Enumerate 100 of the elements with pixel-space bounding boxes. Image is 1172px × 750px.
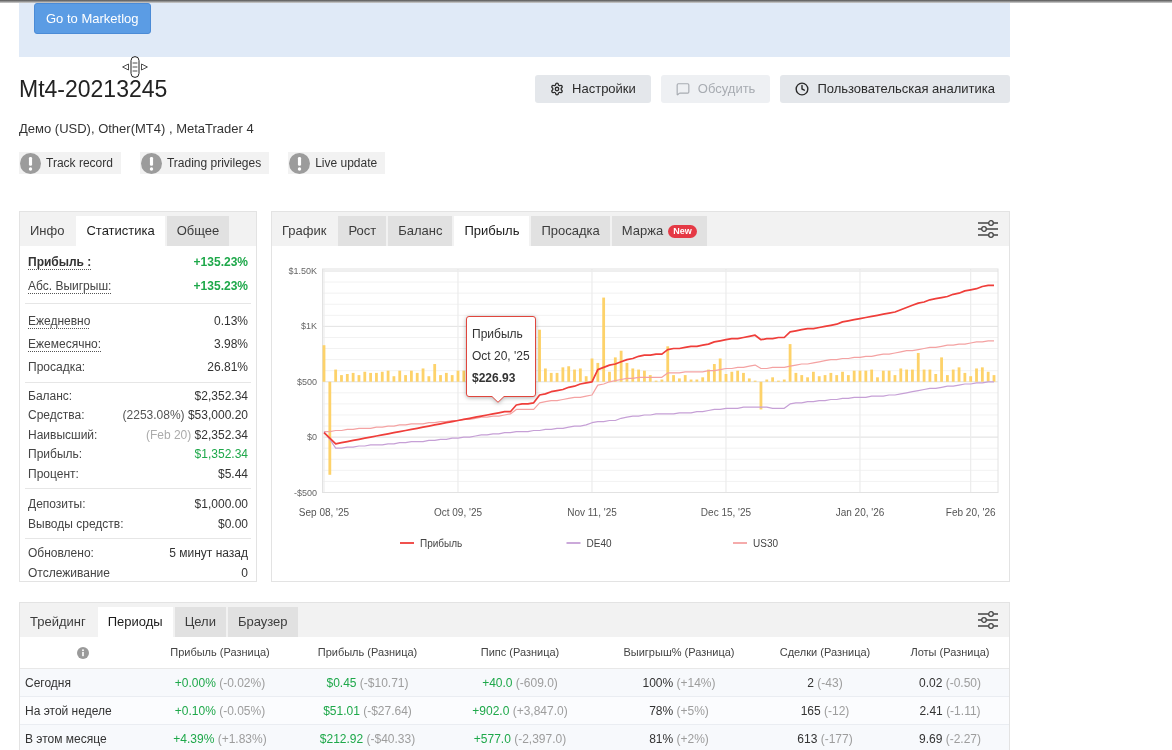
chart-bar xyxy=(951,369,955,382)
table-cell-text: $51.01 (-$27.64) xyxy=(323,702,412,720)
chart-bar xyxy=(427,376,431,382)
chart-bar xyxy=(369,372,372,382)
legend-label[interactable]: DE40 xyxy=(586,537,612,549)
chart-bar xyxy=(695,379,699,382)
table-cell-text: 81% (+2%) xyxy=(649,730,709,748)
chart-bar xyxy=(829,372,833,382)
account-subtitle: Демо (USD), Other(MT4) , MetaTrader 4 xyxy=(19,121,255,137)
stat-value: $5.44 xyxy=(217,465,248,483)
warning-icon xyxy=(140,152,162,174)
stat-value: (Feb 20) $2,352.34 xyxy=(145,426,248,444)
chart-bar xyxy=(928,369,932,382)
chart-bar xyxy=(596,362,600,382)
sliders-icon[interactable] xyxy=(978,220,998,238)
column-header: Лоты (Разница) xyxy=(910,645,990,661)
tooltip-value: $226.93 xyxy=(472,370,516,386)
new-badge: New xyxy=(668,224,697,238)
table-cell-text: 2 (-43) xyxy=(807,674,843,692)
chart-bar xyxy=(765,379,769,382)
chart-bar xyxy=(911,369,914,382)
tab[interactable]: Баланс xyxy=(388,216,453,246)
chart-bar xyxy=(736,370,740,382)
chart-bar xyxy=(707,369,710,382)
stat-label[interactable]: Ежемесячно: xyxy=(28,334,101,353)
chart-bar xyxy=(823,375,827,382)
chart-bar xyxy=(701,377,705,382)
tab[interactable]: Маржа New xyxy=(611,216,707,246)
chart-bar xyxy=(363,371,367,382)
chart-bar xyxy=(613,357,617,382)
table-cell-text: +0.10% (-0.05%) xyxy=(174,702,266,720)
autoscroll-cursor-icon xyxy=(122,56,148,78)
status-label: Live update xyxy=(315,155,378,172)
warning-icon xyxy=(20,152,41,174)
stat-label: Баланс: xyxy=(28,387,73,405)
chart-bar xyxy=(625,362,629,382)
stat-label[interactable]: Абс. Выигрыш: xyxy=(28,277,112,295)
axis-label: Dec 15, '25 xyxy=(700,507,752,518)
table-cell-text: 100% (+14%) xyxy=(642,674,716,692)
row-label: В этом месяце xyxy=(25,730,107,748)
chart-bar xyxy=(340,375,343,382)
table-cell-text: 0.02 (-0.50) xyxy=(918,674,981,692)
account-title: Mt4-20213245 xyxy=(19,77,168,101)
stat-value: $1,000.00 xyxy=(194,496,248,514)
chart-bar xyxy=(678,378,681,382)
chart-bar xyxy=(608,371,611,382)
legend-label[interactable]: US30 xyxy=(753,537,778,549)
chart-bar xyxy=(759,381,763,410)
chart-bar xyxy=(899,368,903,382)
chart-bar xyxy=(672,375,675,382)
chart-bar xyxy=(689,379,693,382)
stat-label: Депозиты: xyxy=(28,496,86,514)
chart-bar xyxy=(975,368,978,382)
chart-bar xyxy=(404,375,407,382)
action-button[interactable]: Настройки xyxy=(535,75,651,103)
chart-bar xyxy=(666,346,670,382)
stat-label[interactable]: Ежедневно xyxy=(28,311,91,330)
table-cell-text: 2.41 (-1.11) xyxy=(919,702,981,720)
chart-bar xyxy=(549,372,553,382)
action-button[interactable]: Пользовательская аналитика xyxy=(780,75,1010,103)
table-cell-text: $0.45 (-$10.71) xyxy=(326,674,409,692)
stat-label: Выводы средств: xyxy=(28,515,124,533)
sliders-icon[interactable] xyxy=(978,611,998,629)
stat-value: 5 минут назад xyxy=(169,545,248,563)
table-cell-text: 9.69 (-2.27) xyxy=(918,730,981,748)
stat-label[interactable]: Прибыль : xyxy=(28,253,92,271)
column-header: Сделки (Разница) xyxy=(779,645,871,661)
chart-bar xyxy=(334,369,338,382)
chart-bar xyxy=(456,370,460,382)
clock-icon xyxy=(795,82,810,96)
tab[interactable]: Просадка xyxy=(531,216,610,246)
chart-bar xyxy=(567,366,571,382)
table-cell-text: +0.00% (-0.02%) xyxy=(174,674,266,692)
stat-value: $0.00 xyxy=(217,515,248,533)
chart-bar xyxy=(643,370,646,382)
stat-label: Процент: xyxy=(28,465,79,483)
chart-bar xyxy=(846,375,850,382)
chart-bar xyxy=(410,370,413,382)
chart-bar xyxy=(573,369,576,382)
chart-bar xyxy=(357,375,361,382)
stat-value: 3.98% xyxy=(213,335,248,353)
legend-label[interactable]: Прибыль xyxy=(420,537,463,549)
chart-bar xyxy=(969,376,973,382)
chart-bar xyxy=(946,375,949,382)
stat-value: 0.13% xyxy=(213,312,248,330)
chart-bar xyxy=(788,344,792,382)
tab[interactable]: Рост xyxy=(338,216,387,246)
column-header: Прибыль (Разница) xyxy=(170,645,270,661)
tab[interactable]: Цели xyxy=(174,607,226,637)
chart-bar xyxy=(561,367,565,382)
tab[interactable]: Браузер xyxy=(227,607,298,637)
chart-bar xyxy=(637,369,640,382)
chart-bar xyxy=(742,372,745,382)
chart-bar xyxy=(794,372,798,382)
tab[interactable]: Общее xyxy=(166,216,230,246)
table-cell-text: $212.92 (-$40.33) xyxy=(319,730,416,748)
status-label: Track record xyxy=(46,155,113,172)
column-header: Выигрыш% (Разница) xyxy=(623,645,735,661)
chart-bar xyxy=(800,375,804,382)
chart-bar xyxy=(870,369,874,382)
